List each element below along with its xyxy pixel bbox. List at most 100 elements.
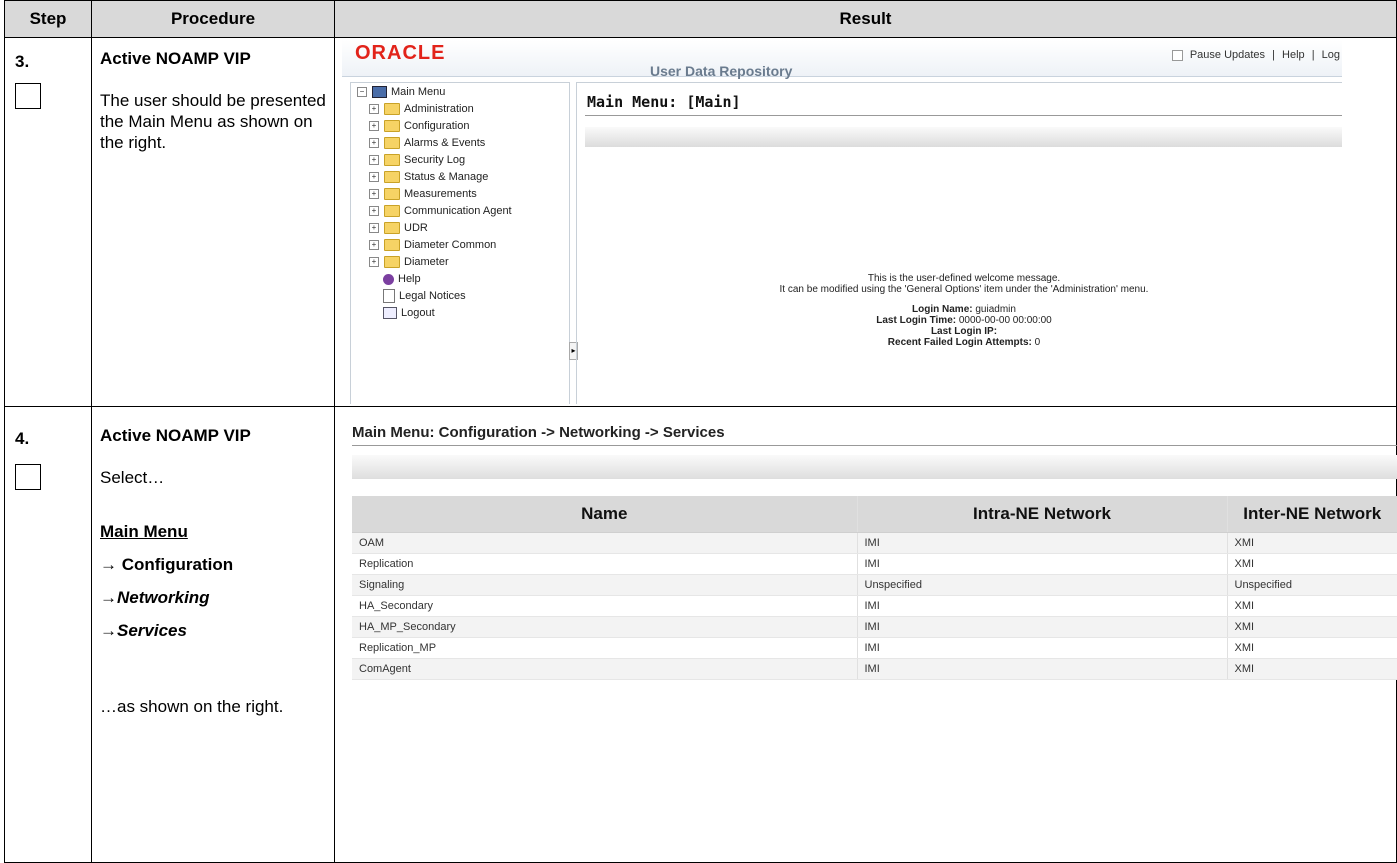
step-title: Active NOAMP VIP — [100, 49, 251, 68]
header-step: Step — [4, 0, 92, 38]
step-3-result: ORACLE User Data Repository Pause Update… — [334, 37, 1397, 407]
page-title: Main Menu: Configuration -> Networking -… — [352, 424, 725, 441]
intra-ne-network: IMI — [856, 532, 1227, 554]
inter-ne-network: XMI — [1226, 637, 1397, 659]
help-link[interactable]: Help — [1282, 49, 1305, 61]
path-main-menu: Main Menu — [100, 522, 188, 541]
intra-ne-network: IMI — [856, 553, 1227, 575]
failed-attempts: 0 — [1034, 337, 1041, 348]
pause-updates-checkbox[interactable] — [1171, 49, 1183, 61]
inter-ne-network: XMI — [1226, 595, 1397, 617]
path-networking: →Networking — [100, 588, 210, 607]
path-services: →Services — [100, 621, 187, 640]
toolbar — [352, 455, 1397, 479]
column-header[interactable]: Name — [352, 496, 857, 533]
welcome-line-1: This is the user-defined welcome message… — [867, 273, 1061, 284]
tree-item-measurements[interactable]: + Measurements — [369, 187, 477, 201]
column-header[interactable]: Inter-NE Network — [1226, 496, 1397, 533]
column-header[interactable]: Intra-NE Network — [856, 496, 1227, 533]
table-row[interactable]: OAM IMI XMI — [352, 532, 1397, 554]
tree-item-configuration[interactable]: + Configuration — [369, 119, 469, 133]
toolbar — [585, 127, 1342, 147]
folder-icon — [384, 222, 400, 234]
main-menu-screenshot: ORACLE User Data Repository Pause Update… — [342, 40, 1342, 404]
step-description: The user should be presented the Main Me… — [100, 91, 326, 152]
folder-icon — [384, 256, 400, 268]
header-links: Pause Updates | Help | Log — [1171, 49, 1340, 61]
folder-icon — [384, 205, 400, 217]
folder-icon — [384, 154, 400, 166]
tree-item-udr[interactable]: + UDR — [369, 221, 428, 235]
tree-item-communication-agent[interactable]: + Communication Agent — [369, 204, 512, 218]
folder-icon — [384, 137, 400, 149]
table-row[interactable]: Signaling Unspecified Unspecified — [352, 574, 1397, 596]
oracle-logo: ORACLE — [355, 42, 446, 64]
welcome-message: This is the user-defined welcome message… — [585, 273, 1342, 348]
intra-ne-network: Unspecified — [856, 574, 1227, 596]
header-procedure: Procedure — [91, 0, 335, 38]
tree-item-security-log[interactable]: + Security Log — [369, 153, 465, 167]
services-screenshot: Main Menu: Configuration -> Networking -… — [335, 407, 1397, 859]
login-name: guiadmin — [975, 304, 1016, 315]
step-number: 4. — [15, 429, 30, 448]
main-menu-tree: − Main Menu + Administration + Configura… — [350, 82, 578, 404]
step-select: Select… — [100, 468, 165, 487]
tree-item-logout[interactable]: Logout — [383, 306, 435, 320]
service-name: HA_MP_Secondary — [352, 616, 857, 638]
table-row[interactable]: HA_MP_Secondary IMI XMI — [352, 616, 1397, 638]
step-checkbox[interactable] — [15, 83, 41, 109]
tree-root[interactable]: − Main Menu — [357, 85, 445, 99]
logout-link[interactable]: Log — [1322, 49, 1340, 61]
path-configuration: → Configuration — [100, 555, 234, 574]
tree-item-diameter[interactable]: + Diameter — [369, 255, 449, 269]
inter-ne-network: XMI — [1226, 616, 1397, 638]
tree-item-status-manage[interactable]: + Status & Manage — [369, 170, 488, 184]
inter-ne-network: XMI — [1226, 658, 1397, 680]
document-icon — [383, 289, 395, 303]
tree-item-alarms[interactable]: + Alarms & Events — [369, 136, 485, 150]
monitor-icon — [372, 86, 387, 98]
step-3-procedure: Active NOAMP VIP The user should be pres… — [91, 37, 335, 407]
app-header: ORACLE User Data Repository Pause Update… — [342, 40, 1342, 79]
step-3-cell: 3. — [4, 37, 92, 407]
table-row[interactable]: Replication_MP IMI XMI — [352, 637, 1397, 659]
header-result: Result — [334, 0, 1397, 38]
procedure-table: Step Procedure Result 3. Active NOAMP VI… — [4, 0, 1397, 863]
step-checkbox[interactable] — [15, 464, 41, 490]
step-number: 3. — [15, 52, 30, 71]
app-title: User Data Repository — [650, 63, 793, 79]
page-title: Main Menu: [Main] — [587, 93, 741, 111]
step-suffix: …as shown on the right. — [100, 697, 284, 716]
folder-icon — [384, 171, 400, 183]
tree-item-administration[interactable]: + Administration — [369, 102, 474, 116]
intra-ne-network: IMI — [856, 637, 1227, 659]
welcome-line-2: It can be modified using the 'General Op… — [779, 284, 1149, 295]
step-4-procedure: Active NOAMP VIP Select… Main Menu → Con… — [91, 406, 335, 863]
tree-item-diameter-common[interactable]: + Diameter Common — [369, 238, 496, 252]
service-name: HA_Secondary — [352, 595, 857, 617]
main-content: Main Menu: [Main] This is the user-defin… — [576, 82, 1342, 404]
service-name: OAM — [352, 532, 857, 554]
pause-updates-label[interactable]: Pause Updates — [1190, 49, 1265, 61]
service-name: Replication — [352, 553, 857, 575]
help-icon — [383, 273, 394, 285]
last-login-time: 0000-00-00 00:00:00 — [958, 315, 1052, 326]
tree-item-legal-notices[interactable]: Legal Notices — [383, 289, 466, 303]
tree-item-help[interactable]: Help — [383, 272, 421, 286]
folder-icon — [384, 239, 400, 251]
step-title: Active NOAMP VIP — [100, 426, 251, 445]
folder-icon — [384, 103, 400, 115]
services-table: Name Intra-NE Network Inter-NE Network O… — [352, 496, 1397, 680]
service-name: Signaling — [352, 574, 857, 596]
table-row[interactable]: Replication IMI XMI — [352, 553, 1397, 575]
step-4-cell: 4. — [4, 406, 92, 863]
inter-ne-network: XMI — [1226, 553, 1397, 575]
table-row[interactable]: HA_Secondary IMI XMI — [352, 595, 1397, 617]
logout-icon — [383, 307, 397, 319]
folder-icon — [384, 188, 400, 200]
table-row[interactable]: ComAgent IMI XMI — [352, 658, 1397, 680]
service-name: ComAgent — [352, 658, 857, 680]
step-4-result: Main Menu: Configuration -> Networking -… — [334, 406, 1397, 863]
inter-ne-network: Unspecified — [1226, 574, 1397, 596]
service-name: Replication_MP — [352, 637, 857, 659]
